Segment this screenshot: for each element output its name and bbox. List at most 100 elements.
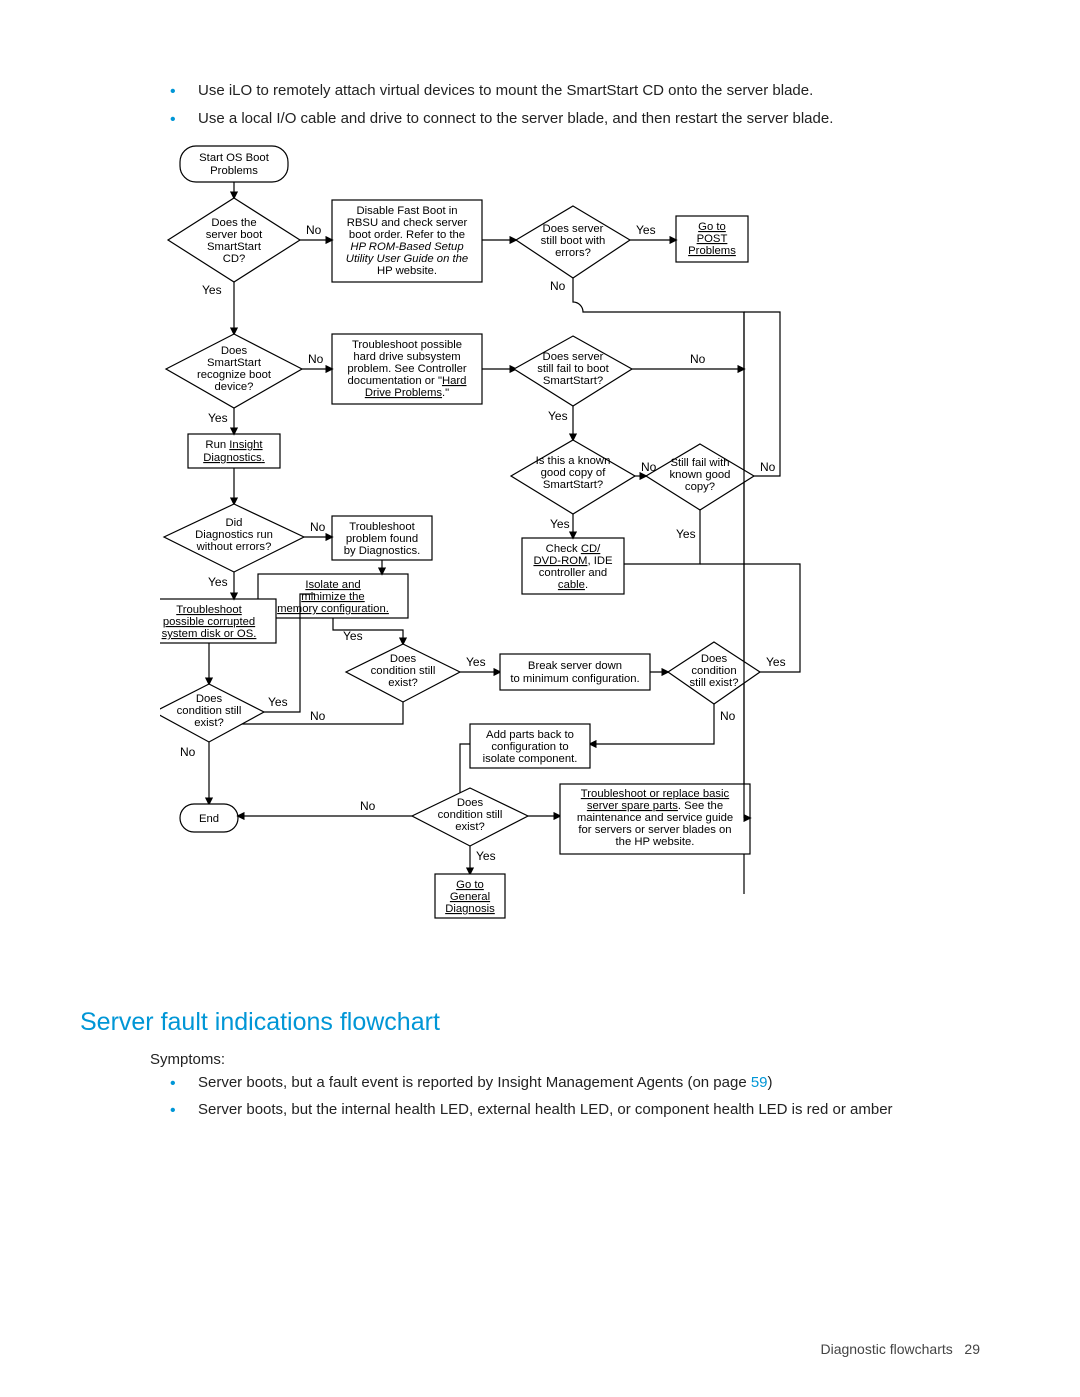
svg-text:still fail to boot: still fail to boot	[537, 363, 609, 375]
symptoms-label: Symptoms:	[150, 1051, 980, 1068]
svg-text:condition still: condition still	[177, 705, 242, 717]
svg-text:No: No	[310, 520, 326, 534]
svg-text:recognize boot: recognize boot	[197, 369, 272, 381]
decision-cond-1: Does	[390, 653, 417, 665]
svg-text:exist?: exist?	[388, 677, 418, 689]
section-heading: Server fault indications flowchart	[80, 1008, 980, 1037]
svg-text:hard drive subsystem: hard drive subsystem	[353, 351, 460, 363]
page-link[interactable]: 59	[751, 1074, 768, 1091]
svg-text:memory configuration.: memory configuration.	[277, 603, 389, 615]
svg-text:POST: POST	[697, 233, 728, 245]
process-ts-diag: Troubleshoot	[349, 521, 415, 533]
flowchart: Start OS Boot Problems Does the server b…	[160, 144, 980, 978]
list-item: Use iLO to remotely attach virtual devic…	[170, 80, 980, 102]
decision-recognize: Does	[221, 345, 248, 357]
list-item: Use a local I/O cable and drive to conne…	[170, 108, 980, 130]
svg-text:problem. See Controller: problem. See Controller	[347, 363, 467, 375]
svg-text:possible corrupted: possible corrupted	[163, 616, 255, 628]
svg-text:No: No	[180, 745, 196, 759]
decision-still-fail-good: Still fail with	[670, 457, 729, 469]
start-node: Start OS Boot	[199, 152, 270, 164]
svg-text:by Diagnostics.: by Diagnostics.	[344, 545, 421, 557]
svg-text:boot order. Refer to the: boot order. Refer to the	[349, 229, 465, 241]
end-node: End	[199, 813, 219, 825]
svg-text:SmartStart: SmartStart	[207, 357, 262, 369]
decision-cond-final: Does	[457, 797, 484, 809]
svg-text:HP website.: HP website.	[377, 265, 437, 277]
svg-text:No: No	[306, 223, 322, 237]
svg-text:RBSU and check server: RBSU and check server	[347, 217, 468, 229]
svg-text:known good: known good	[670, 469, 731, 481]
document-page: Use iLO to remotely attach virtual devic…	[0, 0, 1080, 1397]
svg-text:SmartStart?: SmartStart?	[543, 375, 603, 387]
svg-text:condition: condition	[691, 665, 736, 677]
decision-boot-cd: Does the	[211, 217, 256, 229]
svg-text:configuration to: configuration to	[491, 741, 568, 753]
svg-text:DVD-ROM, IDE: DVD-ROM, IDE	[533, 555, 613, 567]
svg-text:Drive Problems.": Drive Problems."	[365, 387, 449, 399]
svg-text:No: No	[360, 799, 376, 813]
process-hdd: Troubleshoot possible	[352, 339, 462, 351]
link-post-problems[interactable]: Go to	[698, 221, 726, 233]
link-general-diagnosis[interactable]: Go to	[456, 879, 484, 891]
svg-text:system disk or OS.: system disk or OS.	[162, 628, 257, 640]
svg-text:No: No	[310, 709, 326, 723]
svg-text:No: No	[550, 279, 566, 293]
svg-text:Yes: Yes	[550, 517, 570, 531]
svg-text:server boot: server boot	[206, 229, 263, 241]
svg-text:Utility User Guide on the: Utility User Guide on the	[346, 253, 468, 265]
decision-still-fail-ss: Does server	[543, 351, 604, 363]
decision-cond-right: Does	[701, 653, 728, 665]
svg-text:Yes: Yes	[208, 575, 228, 589]
svg-text:condition still: condition still	[371, 665, 436, 677]
svg-text:Problems: Problems	[210, 165, 258, 177]
svg-text:isolate component.: isolate component.	[483, 753, 578, 765]
svg-text:problem found: problem found	[346, 533, 418, 545]
svg-text:Yes: Yes	[676, 527, 696, 541]
process-ts-os: Troubleshoot	[176, 604, 242, 616]
svg-text:No: No	[720, 709, 736, 723]
svg-text:maintenance and service guide: maintenance and service guide	[577, 812, 733, 824]
svg-text:Yes: Yes	[636, 223, 656, 237]
decision-errors: Does server	[543, 223, 604, 235]
svg-text:Diagnosis: Diagnosis	[445, 903, 495, 915]
svg-text:Yes: Yes	[548, 409, 568, 423]
svg-text:No: No	[690, 352, 706, 366]
svg-text:Yes: Yes	[343, 629, 363, 643]
svg-text:still boot with: still boot with	[541, 235, 606, 247]
svg-text:HP ROM-Based Setup: HP ROM-Based Setup	[350, 241, 463, 253]
svg-text:General: General	[450, 891, 490, 903]
svg-text:Diagnostics run: Diagnostics run	[195, 529, 273, 541]
svg-text:device?: device?	[215, 381, 254, 393]
svg-text:the HP website.: the HP website.	[616, 836, 695, 848]
decision-known-copy: Is this a known	[536, 455, 611, 467]
svg-text:for servers or server blades o: for servers or server blades on	[578, 824, 731, 836]
process-add-parts: Add parts back to	[486, 729, 574, 741]
decision-diag-ok: Did	[226, 517, 243, 529]
svg-text:Diagnostics.: Diagnostics.	[203, 452, 265, 464]
process-break-min: Break server down	[528, 660, 622, 672]
svg-text:No: No	[308, 352, 324, 366]
svg-text:Yes: Yes	[766, 655, 786, 669]
svg-text:Yes: Yes	[202, 283, 222, 297]
svg-text:exist?: exist?	[455, 821, 485, 833]
page-footer: Diagnostic flowcharts 29	[820, 1341, 980, 1357]
svg-text:controller and: controller and	[539, 567, 607, 579]
list-item: Server boots, but the internal health LE…	[170, 1099, 980, 1121]
process-check-cd: Check CD/	[546, 543, 601, 555]
svg-text:server spare parts. See the: server spare parts. See the	[587, 800, 723, 812]
svg-text:condition still: condition still	[438, 809, 503, 821]
svg-text:SmartStart: SmartStart	[207, 241, 262, 253]
process-spare: Troubleshoot or replace basic	[581, 788, 730, 800]
svg-text:still exist?: still exist?	[690, 677, 739, 689]
symptoms-list: Server boots, but a fault event is repor…	[130, 1072, 980, 1122]
top-bullet-list: Use iLO to remotely attach virtual devic…	[130, 80, 980, 130]
svg-text:Yes: Yes	[466, 655, 486, 669]
svg-text:good copy of: good copy of	[541, 467, 607, 479]
list-item: Server boots, but a fault event is repor…	[170, 1072, 980, 1094]
process-run-diag: Run Insight	[205, 439, 263, 451]
svg-text:Yes: Yes	[208, 411, 228, 425]
svg-text:documentation or "Hard: documentation or "Hard	[348, 375, 467, 387]
svg-text:without errors?: without errors?	[196, 541, 272, 553]
svg-text:copy?: copy?	[685, 481, 715, 493]
